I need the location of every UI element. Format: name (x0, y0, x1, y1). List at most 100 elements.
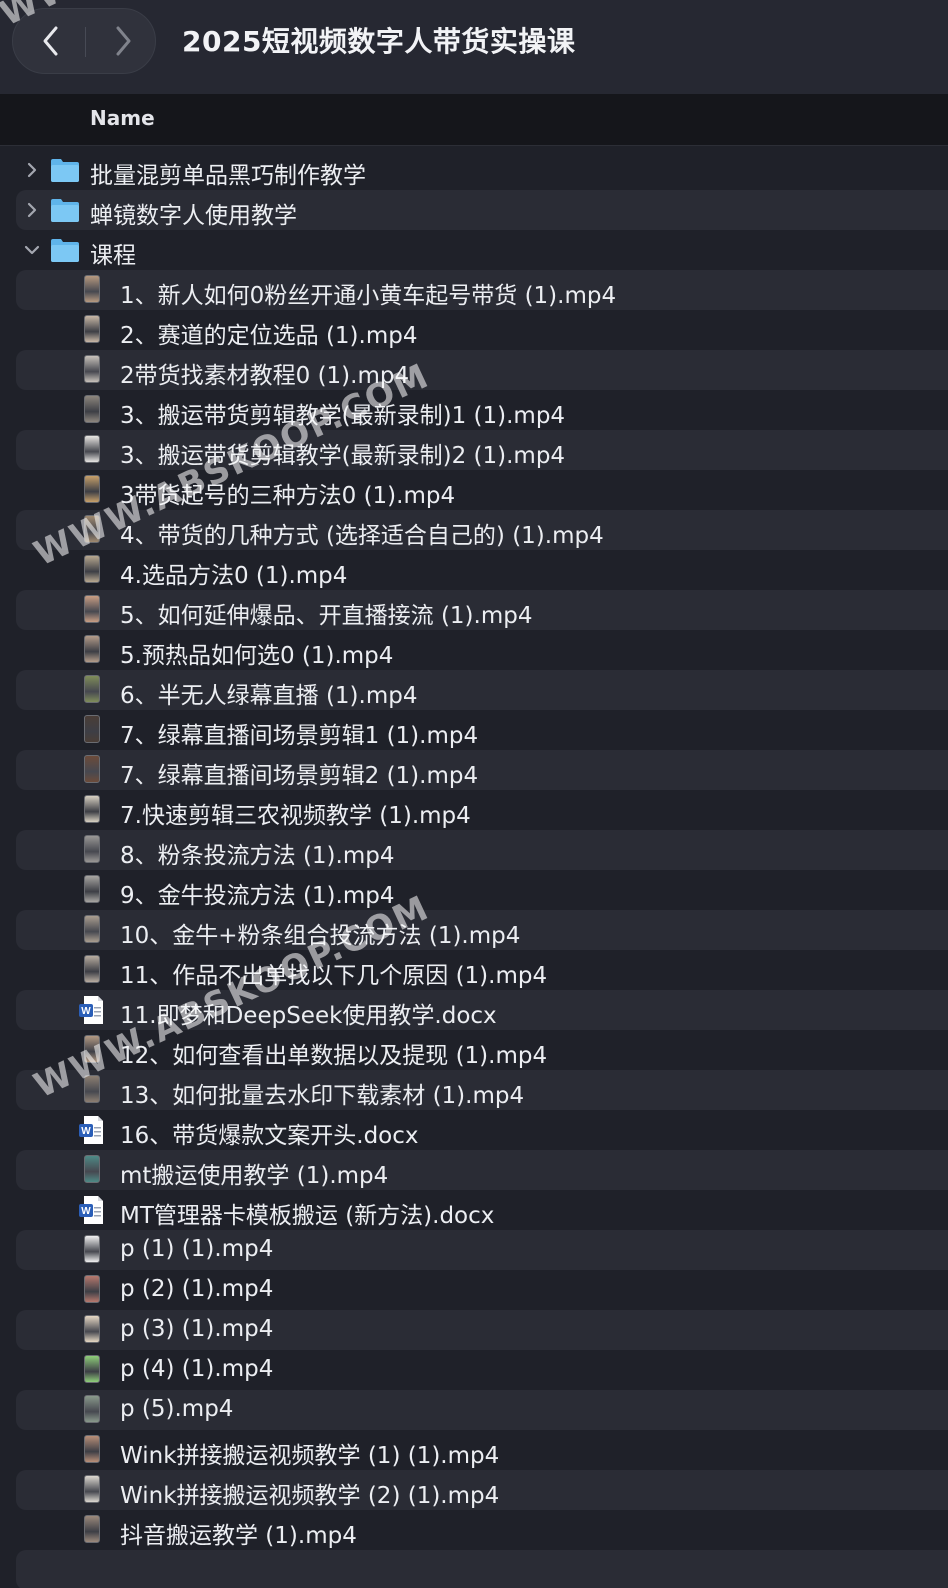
file-row[interactable]: 1、新人如何0粉丝开通小黄车起号带货 (1).mp4 (16, 270, 948, 310)
file-label: Wink拼接搬运视频教学 (2) (1).mp4 (120, 1483, 500, 1509)
video-thumbnail-icon (84, 1355, 102, 1385)
file-label: 7、绿幕直播间场景剪辑1 (1).mp4 (120, 723, 479, 749)
navigation-controls (12, 8, 156, 74)
video-thumbnail-icon (84, 875, 102, 905)
file-row[interactable]: 2带货找素材教程0 (1).mp4 (16, 350, 948, 390)
video-thumbnail-icon (84, 755, 102, 785)
svg-text:W: W (81, 1006, 91, 1017)
file-row[interactable]: 5.预热品如何选0 (1).mp4 (0, 630, 948, 670)
column-header: Name (0, 94, 948, 146)
file-row[interactable]: mt搬运使用教学 (1).mp4 (16, 1150, 948, 1190)
file-label: p (1) (1).mp4 (120, 1236, 274, 1262)
file-label: 9、金牛投流方法 (1).mp4 (120, 883, 395, 909)
file-row[interactable]: 3、搬运带货剪辑教学(最新录制)2 (1).mp4 (16, 430, 948, 470)
video-thumbnail-icon (84, 1235, 102, 1265)
file-row[interactable]: p (4) (1).mp4 (0, 1350, 948, 1390)
video-thumbnail-icon (84, 435, 102, 465)
file-row[interactable]: p (1) (1).mp4 (16, 1230, 948, 1270)
file-label: 8、粉条投流方法 (1).mp4 (120, 843, 395, 869)
file-row[interactable]: W 11.即梦和DeepSeek使用教学.docx (16, 990, 948, 1030)
file-label: 抖音搬运教学 (1).mp4 (120, 1523, 357, 1549)
chevron-right-icon[interactable] (22, 200, 42, 220)
file-row[interactable]: Wink拼接搬运视频教学 (2) (1).mp4 (16, 1470, 948, 1510)
folder-row[interactable]: 批量混剪单品黑巧制作教学 (0, 150, 948, 190)
file-row[interactable]: 10、金牛+粉条组合投流方法 (1).mp4 (16, 910, 948, 950)
video-thumbnail-icon (84, 715, 102, 745)
file-label: 7.快速剪辑三农视频教学 (1).mp4 (120, 803, 471, 829)
svg-text:W: W (81, 1126, 91, 1137)
file-label: 1、新人如何0粉丝开通小黄车起号带货 (1).mp4 (120, 283, 617, 309)
file-label: MT管理器卡模板搬运 (新方法).docx (120, 1203, 495, 1229)
file-label: 4、带货的几种方式 (选择适合自己的) (1).mp4 (120, 523, 604, 549)
file-row[interactable]: 5、如何延伸爆品、开直播接流 (1).mp4 (16, 590, 948, 630)
file-label: p (2) (1).mp4 (120, 1276, 274, 1302)
file-label: p (3) (1).mp4 (120, 1316, 274, 1342)
file-row[interactable]: 12、如何查看出单数据以及提现 (1).mp4 (0, 1030, 948, 1070)
folder-row[interactable]: 蝉镜数字人使用教学 (16, 190, 948, 230)
window-title: 2025短视频数字人带货实操课 (182, 25, 576, 58)
back-button[interactable] (21, 9, 81, 73)
file-row[interactable]: 4、带货的几种方式 (选择适合自己的) (1).mp4 (16, 510, 948, 550)
file-label: 12、如何查看出单数据以及提现 (1).mp4 (120, 1043, 548, 1069)
file-label: 2、赛道的定位选品 (1).mp4 (120, 323, 418, 349)
file-label: mt搬运使用教学 (1).mp4 (120, 1163, 389, 1189)
video-thumbnail-icon (84, 1315, 102, 1345)
folder-icon (50, 197, 80, 223)
file-row[interactable]: W 16、带货爆款文案开头.docx (0, 1110, 948, 1150)
file-row[interactable]: p (3) (1).mp4 (16, 1310, 948, 1350)
file-row[interactable]: 3带货起号的三种方法0 (1).mp4 (0, 470, 948, 510)
video-thumbnail-icon (84, 275, 102, 305)
video-thumbnail-icon (84, 795, 102, 825)
file-label: 3、搬运带货剪辑教学(最新录制)1 (1).mp4 (120, 403, 566, 429)
name-column-header[interactable]: Name (90, 106, 155, 130)
file-row[interactable]: 7、绿幕直播间场景剪辑2 (1).mp4 (16, 750, 948, 790)
file-row[interactable]: 6、半无人绿幕直播 (1).mp4 (16, 670, 948, 710)
chevron-left-icon (43, 26, 58, 56)
file-label: 3、搬运带货剪辑教学(最新录制)2 (1).mp4 (120, 443, 566, 469)
file-row[interactable]: 4.选品方法0 (1).mp4 (0, 550, 948, 590)
forward-button[interactable] (93, 9, 153, 73)
video-thumbnail-icon (84, 1395, 102, 1425)
file-row[interactable]: 抖音搬运教学 (1).mp4 (0, 1510, 948, 1550)
file-row[interactable]: 7.快速剪辑三农视频教学 (1).mp4 (0, 790, 948, 830)
file-row[interactable]: W MT管理器卡模板搬运 (新方法).docx (0, 1190, 948, 1230)
finder-window: 2025短视频数字人带货实操课 Name 批量混剪单品黑巧制作教学 蝉镜数字人使用… (0, 0, 948, 1588)
file-label: 4.选品方法0 (1).mp4 (120, 563, 348, 589)
folder-icon (50, 237, 80, 263)
video-thumbnail-icon (84, 475, 102, 505)
video-thumbnail-icon (84, 915, 102, 945)
file-label: 5、如何延伸爆品、开直播接流 (1).mp4 (120, 603, 533, 629)
folder-label: 批量混剪单品黑巧制作教学 (90, 163, 366, 189)
file-row[interactable]: 8、粉条投流方法 (1).mp4 (16, 830, 948, 870)
file-row[interactable]: p (2) (1).mp4 (0, 1270, 948, 1310)
chevron-right-icon[interactable] (22, 160, 42, 180)
word-document-icon: W (78, 995, 104, 1025)
video-thumbnail-icon (84, 1515, 102, 1545)
video-thumbnail-icon (84, 395, 102, 425)
video-thumbnail-icon (84, 1075, 102, 1105)
file-row[interactable]: p (5).mp4 (16, 1390, 948, 1430)
file-row[interactable]: 9、金牛投流方法 (1).mp4 (0, 870, 948, 910)
file-label: 3带货起号的三种方法0 (1).mp4 (120, 483, 456, 509)
chevron-down-icon[interactable] (22, 240, 42, 260)
file-row[interactable]: 7、绿幕直播间场景剪辑1 (1).mp4 (0, 710, 948, 750)
file-row[interactable]: Wink拼接搬运视频教学 (1) (1).mp4 (0, 1430, 948, 1470)
video-thumbnail-icon (84, 1475, 102, 1505)
file-row[interactable]: 13、如何批量去水印下载素材 (1).mp4 (16, 1070, 948, 1110)
file-row[interactable]: 11、作品不出单找以下几个原因 (1).mp4 (0, 950, 948, 990)
file-label: 13、如何批量去水印下载素材 (1).mp4 (120, 1083, 525, 1109)
video-thumbnail-icon (84, 955, 102, 985)
video-thumbnail-icon (84, 1035, 102, 1065)
folder-row[interactable]: 课程 (0, 230, 948, 270)
file-row[interactable]: 2、赛道的定位选品 (1).mp4 (0, 310, 948, 350)
file-row[interactable]: 3、搬运带货剪辑教学(最新录制)1 (1).mp4 (0, 390, 948, 430)
video-thumbnail-icon (84, 835, 102, 865)
file-label: 10、金牛+粉条组合投流方法 (1).mp4 (120, 923, 521, 949)
file-label: p (4) (1).mp4 (120, 1356, 274, 1382)
folder-label: 蝉镜数字人使用教学 (90, 203, 297, 229)
title-bar: 2025短视频数字人带货实操课 (0, 0, 948, 94)
video-thumbnail-icon (84, 555, 102, 585)
video-thumbnail-icon (84, 1435, 102, 1465)
folder-label: 课程 (90, 243, 136, 269)
video-thumbnail-icon (84, 315, 102, 345)
